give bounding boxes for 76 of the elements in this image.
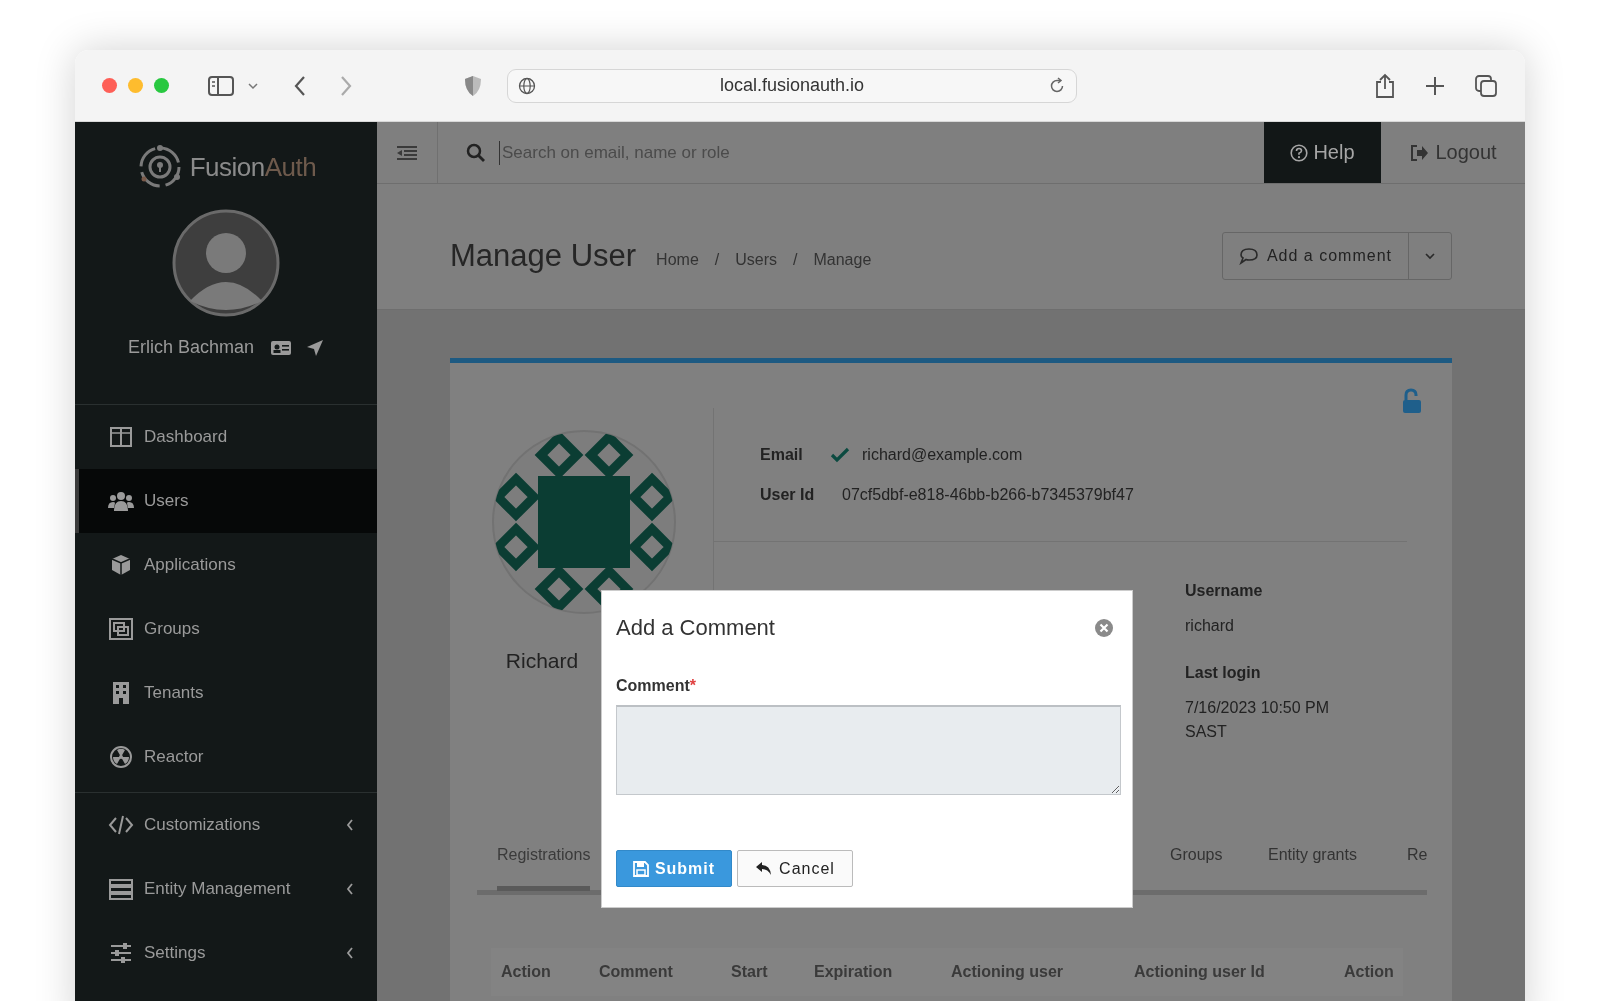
sidebar-toggle-icon[interactable] <box>207 74 235 97</box>
address-bar[interactable]: local.fusionauth.io <box>507 68 1077 103</box>
sidebar-item[interactable]: Groups <box>75 597 377 661</box>
sidebar-item[interactable]: Applications <box>75 533 377 597</box>
users-icon <box>108 490 134 512</box>
new-tab-icon[interactable] <box>1424 74 1446 97</box>
breadcrumb-separator: / <box>793 250 798 269</box>
field-value: 07cf5dbf-e818-46bb-b266-b7345379bf47 <box>842 486 1134 504</box>
user-name: Erlich Bachman <box>127 337 255 358</box>
object-group-icon <box>108 617 134 641</box>
sidebar-item[interactable]: Settings <box>75 921 377 985</box>
logout-icon <box>1409 143 1430 162</box>
chevron-left-icon <box>345 946 355 960</box>
menu-icon[interactable] <box>396 144 418 161</box>
chevron-left-icon <box>345 818 355 832</box>
reload-icon[interactable] <box>1048 76 1066 95</box>
sidebar-item[interactable]: Entity Management <box>75 857 377 921</box>
column-header: Action <box>501 963 552 981</box>
detail-label: Username <box>1185 582 1264 600</box>
search-icon <box>466 142 486 163</box>
close-icon[interactable] <box>1094 618 1114 638</box>
columns-icon <box>108 426 134 448</box>
location-arrow-icon[interactable] <box>306 338 325 357</box>
chevron-left-icon <box>345 882 355 896</box>
server-stack-icon <box>108 878 134 900</box>
field-label: User Id <box>760 486 816 504</box>
detail-value: 7/16/2023 10:50 PM SAST <box>1185 698 1331 742</box>
help-icon <box>1290 143 1309 162</box>
back-icon[interactable] <box>293 74 307 97</box>
help-button[interactable]: Help <box>1264 122 1381 183</box>
breadcrumb-separator: / <box>714 250 720 269</box>
user-display-name: Richard <box>505 649 579 673</box>
tab[interactable]: Entity grants <box>1268 846 1357 886</box>
field-value: richard@example.com <box>862 446 1023 464</box>
dialog-title: Add a Comment <box>616 615 775 641</box>
column-header: Expiration <box>814 963 894 981</box>
tab[interactable]: Re <box>1407 846 1428 886</box>
globe-icon <box>518 76 536 95</box>
breadcrumb-current: Manage <box>813 250 872 269</box>
column-header: Comment <box>599 963 674 981</box>
cancel-button[interactable]: Cancel <box>737 850 853 887</box>
speech-bubble-icon <box>1238 246 1259 265</box>
field-label: Email <box>760 446 804 464</box>
sliders-icon <box>108 942 134 964</box>
breadcrumb-link[interactable]: Users <box>735 250 777 269</box>
comment-label: Comment* <box>616 677 697 695</box>
close-window-button[interactable] <box>102 78 117 93</box>
page-title: Manage User <box>450 237 637 274</box>
chevron-down-icon[interactable] <box>247 81 259 90</box>
sidebar-item[interactable]: Customizations <box>75 793 377 857</box>
sidebar-item[interactable]: Users <box>75 469 377 533</box>
share-icon[interactable] <box>1374 72 1396 99</box>
forward-icon[interactable] <box>339 74 353 97</box>
undo-arrow-icon <box>755 860 774 877</box>
tabs-overview-icon[interactable] <box>1474 73 1498 98</box>
radiation-icon <box>108 745 134 769</box>
detail-label: Last login <box>1185 664 1262 682</box>
column-header: Start <box>731 963 769 981</box>
url-text: local.fusionauth.io <box>718 75 866 96</box>
comment-field[interactable] <box>616 705 1121 795</box>
shield-icon[interactable] <box>463 74 483 97</box>
tab[interactable]: Groups <box>1170 846 1223 886</box>
detail-value: richard <box>1185 616 1235 636</box>
sidebar-item[interactable]: Tenants <box>75 661 377 725</box>
caret-icon <box>1424 251 1436 260</box>
code-icon <box>108 814 134 836</box>
id-card-icon[interactable] <box>270 339 293 356</box>
sidebar-item[interactable]: Dashboard <box>75 405 377 469</box>
sidebar-item[interactable]: Reactor <box>75 725 377 789</box>
column-header: Actioning user <box>951 963 1064 981</box>
fusionauth-logo: FusionAuth <box>135 142 317 192</box>
breadcrumb-link[interactable]: Home <box>656 250 699 269</box>
column-header: Actioning user Id <box>1134 963 1266 981</box>
unlocked-padlock-icon[interactable] <box>1401 388 1423 414</box>
zoom-window-button[interactable] <box>154 78 169 93</box>
column-header: Action <box>1344 963 1394 981</box>
